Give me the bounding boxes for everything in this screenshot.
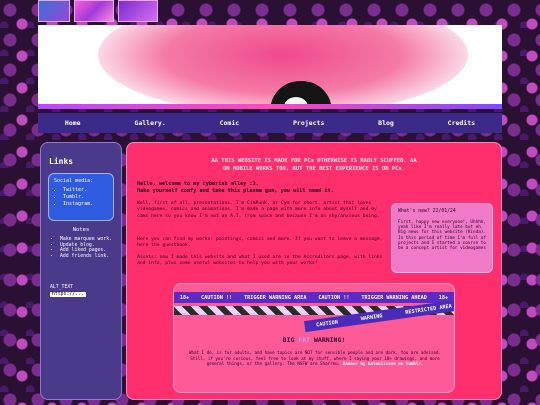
stamp-blue (38, 0, 70, 22)
note-item: Add friends link. (60, 254, 113, 260)
header-banner (38, 25, 502, 109)
banner-credit-link[interactable]: Banner by katoniissee on tumblr. (343, 361, 424, 366)
welcome-line2: Make yourself comfy and take this plasma… (137, 188, 334, 194)
social-media-label: Social media: (54, 178, 94, 184)
main-content: AA THIS WEBSITE IS MADE FOR PCs OTHERWIS… (126, 142, 502, 400)
news-box: What's new? 22/01/24 First, happy new ev… (391, 203, 493, 273)
news-heading: What's new? 22/01/24 (398, 209, 456, 214)
nav-credits[interactable]: Credits (448, 119, 475, 127)
notes-title: Notes (72, 227, 90, 233)
banner-bottom-stripe (38, 104, 502, 109)
note-item: Make marquee work. (60, 237, 113, 243)
broken-image-url[interactable]: https://... (50, 292, 86, 297)
stamp-row (38, 0, 158, 24)
tape-label: TRIGGER WARNING AHEAD (361, 294, 427, 301)
welcome-text: Hello, welcome to my cyberish alley :3. … (137, 181, 387, 195)
caution-tape-top: 18+ CAUTION !! TRIGGER WARNING AREA CAUT… (174, 292, 454, 303)
warning-body: What I do, is for adults, and have topic… (186, 350, 444, 367)
warning-title-c: WARNING! (310, 336, 346, 344)
broken-image-alt: ALT_TEXT (50, 285, 74, 290)
nav-gallery[interactable]: Gallery. (134, 119, 165, 127)
pc-warning-line2: ON MOBILE WORKS TOO, BUT THE BEST EXPERI… (222, 166, 406, 172)
warning-title-a: BIG (282, 336, 299, 344)
news-body: First, happy new everyone!, Uhhhh, yeah … (398, 220, 486, 252)
pc-warning-line1: AA THIS WEBSITE IS MADE FOR PCs OTHERWIS… (211, 158, 417, 164)
social-link-instagram[interactable]: Instagram. (63, 201, 108, 208)
sidebar-title: Links (49, 157, 74, 166)
social-link-tumblr[interactable]: Tumblr. (63, 194, 108, 201)
welcome-line1: Hello, welcome to my cyberish alley :3. (137, 181, 259, 187)
nav-home[interactable]: Home (65, 119, 81, 127)
social-media-list: Twitter. Tumblr. Instagram. (54, 187, 108, 208)
warning-title: BIG FAT WARNING! (174, 336, 454, 344)
tape-label: CAUTION (315, 319, 339, 328)
social-media-box: Social media: Twitter. Tumblr. Instagram… (48, 173, 114, 221)
tape-label: CAUTION !! (318, 294, 350, 301)
assets-paragraph: Assets: now I made this website and what… (137, 255, 383, 267)
notes-list: Make marquee work. Update blog. Add like… (51, 237, 113, 259)
note-item: Add liked pages. (60, 248, 113, 254)
caution-tape-slanted: CAUTION WARNING RESTRICTED AREA (304, 298, 454, 333)
tape-label: 18+ (438, 294, 449, 301)
tape-label: CAUTION !! (201, 294, 233, 301)
nav-comic[interactable]: Comic (220, 119, 240, 127)
main-nav: Home Gallery. Comic Projects Blog Credit… (38, 113, 502, 133)
tape-label: 18+ (179, 294, 190, 301)
tape-label: WARNING (360, 312, 383, 322)
warning-title-b: FAT (298, 336, 311, 344)
nsfw-warning-panel: 18+ CAUTION !! TRIGGER WARNING AREA CAUT… (173, 283, 455, 393)
nav-blog[interactable]: Blog (378, 119, 394, 127)
sidebar: Links Social media: Twitter. Tumblr. Ins… (40, 142, 122, 400)
pc-warning: AA THIS WEBSITE IS MADE FOR PCs OTHERWIS… (127, 157, 501, 173)
stamp-purple (118, 0, 158, 22)
intro-paragraph: Well, first of all, presentations. I'm C… (137, 201, 380, 219)
works-paragraph: Here you can find my works: paintings, c… (137, 237, 383, 249)
nav-projects[interactable]: Projects (293, 119, 324, 127)
stamp-pink (74, 0, 114, 22)
tape-label: TRIGGER WARNING AREA (244, 294, 307, 301)
social-link-twitter[interactable]: Twitter. (63, 187, 108, 194)
